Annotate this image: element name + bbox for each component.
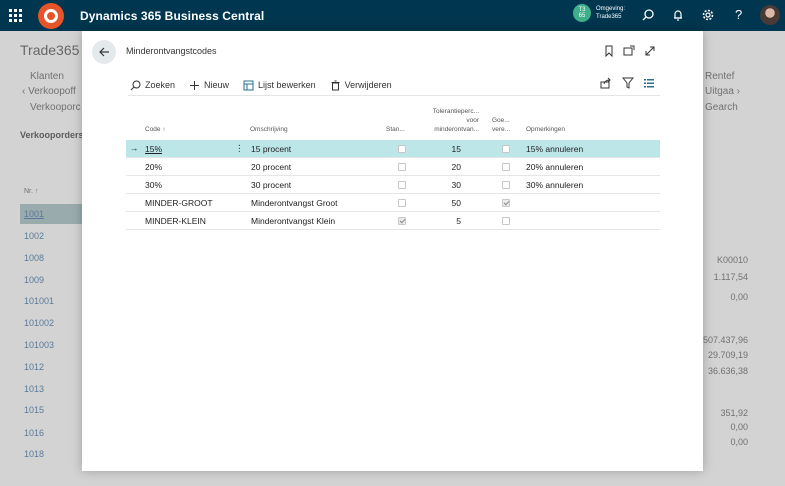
new-button-label: Nieuw bbox=[204, 80, 230, 90]
remarks-cell[interactable]: 15% annuleren bbox=[526, 144, 583, 154]
edit-list-icon bbox=[243, 80, 254, 90]
search-icon[interactable] bbox=[641, 8, 655, 22]
column-header-code[interactable]: Code ↑ bbox=[145, 125, 166, 134]
search-button[interactable]: Zoeken bbox=[130, 80, 175, 91]
open-new-window-icon[interactable] bbox=[623, 45, 635, 57]
description-cell[interactable]: 30 procent bbox=[251, 180, 291, 190]
table-row[interactable]: MINDER-KLEIN Minderontvangst Klein 5 bbox=[126, 212, 660, 230]
blocked-checkbox[interactable] bbox=[502, 163, 510, 171]
environment-label: Omgeving: bbox=[596, 6, 626, 12]
app-bar: Dynamics 365 Business Central bbox=[0, 0, 785, 31]
edit-list-button[interactable]: Lijst bewerken bbox=[243, 80, 316, 91]
blocked-checkbox[interactable] bbox=[502, 145, 510, 153]
remarks-cell[interactable]: 20% annuleren bbox=[526, 162, 583, 172]
new-button[interactable]: Nieuw bbox=[189, 80, 229, 91]
action-bar: Zoeken Nieuw Lijst bewerken Verwijderen bbox=[130, 77, 406, 93]
share-icon[interactable] bbox=[600, 77, 612, 89]
plus-icon bbox=[190, 80, 200, 90]
code-cell[interactable]: 15% bbox=[145, 144, 162, 154]
blocked-checkbox[interactable] bbox=[502, 217, 510, 225]
app-title: Dynamics 365 Business Central bbox=[80, 8, 265, 23]
environment-indicator[interactable]: T3 65 Omgeving: Trade365 bbox=[573, 4, 625, 22]
description-cell[interactable]: 15 procent bbox=[251, 144, 291, 154]
column-header-description[interactable]: Omschrijving bbox=[250, 125, 288, 134]
search-button-label: Zoeken bbox=[145, 80, 176, 90]
table-row[interactable]: 20% 20 procent 20 20% annuleren bbox=[126, 158, 660, 176]
row-marker-icon: → bbox=[130, 143, 139, 153]
trash-icon bbox=[331, 80, 340, 90]
description-cell[interactable]: Minderontvangst Klein bbox=[251, 216, 335, 226]
app-logo[interactable] bbox=[38, 2, 64, 29]
tolerance-cell[interactable]: 15 bbox=[381, 144, 461, 154]
page-title: Minderontvangstcodes bbox=[126, 46, 217, 56]
blocked-checkbox[interactable] bbox=[502, 199, 510, 207]
table-row[interactable]: MINDER-GROOT Minderontvangst Groot 50 bbox=[126, 194, 660, 212]
tolerance-cell[interactable]: 30 bbox=[381, 180, 461, 190]
back-button[interactable] bbox=[92, 40, 116, 64]
search-icon bbox=[130, 80, 141, 90]
column-header-remarks[interactable]: Opmerkingen bbox=[526, 125, 565, 134]
arrow-left-icon bbox=[99, 47, 109, 57]
filter-icon[interactable] bbox=[622, 77, 634, 89]
blocked-checkbox[interactable] bbox=[502, 181, 510, 189]
code-cell[interactable]: MINDER-KLEIN bbox=[145, 216, 206, 226]
tolerance-cell[interactable]: 5 bbox=[381, 216, 461, 226]
help-icon[interactable]: ? bbox=[735, 7, 749, 22]
bookmark-icon[interactable] bbox=[603, 45, 615, 57]
table-row[interactable]: 30% 30 procent 30 30% annuleren bbox=[126, 176, 660, 194]
list-view-icon[interactable] bbox=[643, 77, 655, 89]
waffle-icon[interactable] bbox=[0, 0, 30, 31]
code-cell[interactable]: 20% bbox=[145, 162, 162, 172]
edit-list-button-label: Lijst bewerken bbox=[258, 80, 316, 90]
avatar[interactable] bbox=[760, 5, 780, 25]
environment-badge: T3 65 bbox=[573, 4, 591, 22]
gear-icon[interactable] bbox=[701, 8, 715, 22]
minderontvangstcodes-dialog: Minderontvangstcodes Zoeken Nieuw Lijst … bbox=[82, 31, 703, 471]
delete-button-label: Verwijderen bbox=[344, 80, 392, 90]
description-cell[interactable]: Minderontvangst Groot bbox=[251, 198, 337, 208]
description-cell[interactable]: 20 procent bbox=[251, 162, 291, 172]
bell-icon[interactable] bbox=[671, 8, 685, 22]
tolerance-cell[interactable]: 50 bbox=[381, 198, 461, 208]
code-cell[interactable]: MINDER-GROOT bbox=[145, 198, 213, 208]
column-header-standard[interactable]: Stan... bbox=[386, 125, 405, 134]
tolerance-cell[interactable]: 20 bbox=[381, 162, 461, 172]
environment-name: Trade365 bbox=[596, 14, 622, 20]
toolbar-divider bbox=[128, 95, 660, 96]
code-cell[interactable]: 30% bbox=[145, 180, 162, 190]
column-header-tolerance[interactable]: Tolerantieperc... voor minderontvan... bbox=[412, 107, 479, 134]
row-menu-icon[interactable]: ⋮ bbox=[235, 143, 244, 154]
table-row[interactable]: → 15% ⋮ 15 procent 15 15% annuleren bbox=[126, 140, 660, 158]
remarks-cell[interactable]: 30% annuleren bbox=[526, 180, 583, 190]
delete-button[interactable]: Verwijderen bbox=[330, 80, 392, 91]
column-header-blocked[interactable]: Goe... vere... bbox=[492, 116, 510, 134]
expand-icon[interactable] bbox=[644, 45, 656, 57]
